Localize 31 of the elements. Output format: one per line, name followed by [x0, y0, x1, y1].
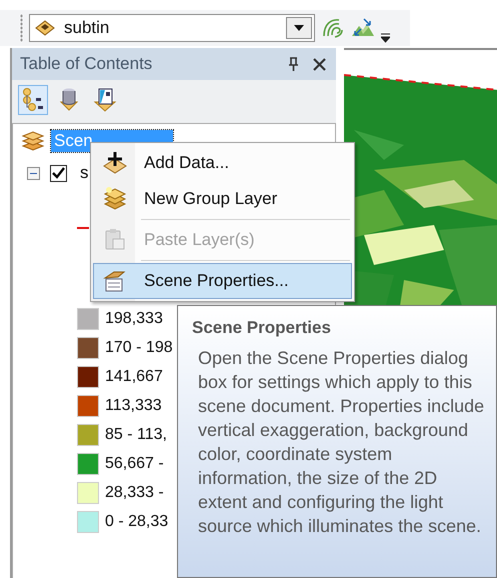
contour-icon[interactable]	[321, 16, 345, 40]
close-icon[interactable]	[312, 58, 326, 70]
expand-toggle[interactable]	[27, 166, 40, 180]
layer-name[interactable]: s	[77, 162, 92, 184]
menu-item[interactable]: New Group Layer	[93, 181, 352, 217]
legend-label: 170 - 198	[105, 338, 173, 356]
legend-label: 113,333	[105, 396, 162, 414]
toolbar-grip[interactable]	[20, 14, 23, 42]
layer-stack-icon	[102, 186, 128, 212]
caret-icon	[294, 25, 304, 31]
tooltip-text: Open the Scene Properties dialog box for settings which apply to this scene document. Properties include vertical exaggeration, background color, coordinate system information, the size of the 2D extent and configuring the light source which illuminates the scene.	[197, 347, 486, 538]
pin-icon[interactable]	[288, 57, 299, 71]
tooltip-title: Scene Properties	[192, 318, 332, 338]
legend-label: 0 - 28,33	[105, 512, 168, 530]
menu-item[interactable]: Scene Properties...	[93, 263, 352, 299]
overflow-icon[interactable]	[381, 33, 390, 43]
layer-list-icon	[21, 87, 45, 113]
toc-view-button[interactable]	[18, 85, 48, 115]
legend-label: 85 - 113,	[105, 426, 167, 444]
legend-label: 56,667 -	[105, 454, 164, 472]
visibility-checkbox[interactable]	[50, 164, 67, 182]
legend-label: 28,333 -	[105, 484, 164, 502]
database-icon	[57, 87, 81, 113]
legend-label: 141,667	[105, 368, 163, 386]
layer-visibility-icon	[93, 87, 117, 113]
legend-label: 198,333	[105, 310, 163, 328]
panel-title: Table of Contents	[20, 54, 154, 74]
layer-dropdown[interactable]: subtin	[29, 14, 315, 42]
layers-icon	[21, 130, 45, 152]
line-symbol-icon	[77, 227, 89, 229]
add-data-icon	[102, 150, 128, 176]
